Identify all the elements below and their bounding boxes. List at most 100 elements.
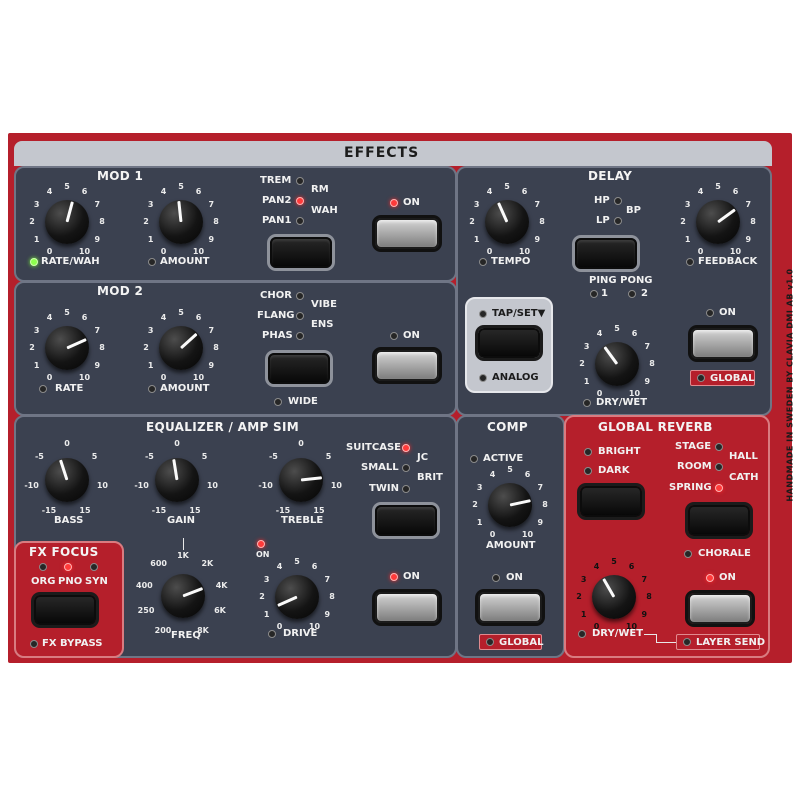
knob-scale-tick: 7 [537, 482, 544, 492]
rev-type-spring: SPRING [669, 482, 712, 493]
delay-lp-led [614, 217, 622, 225]
brand-side-text: HANDMADE IN SWEDEN BY CLAVIA DMI AB v1.0 [785, 268, 795, 502]
mod2-type-flang: FLANG [257, 310, 295, 321]
eq-drive-knob[interactable] [275, 575, 319, 619]
knob-scale-tick: 10 [78, 247, 91, 257]
knob-scale-tick: 8 [649, 359, 655, 368]
mod2-rate-knob[interactable] [45, 326, 89, 370]
knob-scale-tick: 400 [136, 580, 153, 590]
mod1-amount-knob[interactable] [159, 200, 203, 244]
knob-scale-tick: 8 [542, 500, 548, 509]
mod2-type-phas: PHAS [262, 330, 293, 341]
knob-scale-tick: 15 [189, 506, 201, 516]
delay-on-led [706, 309, 714, 317]
rev-layer-send-tag[interactable]: LAYER SEND [676, 634, 765, 650]
rev-chorale-led [684, 550, 692, 558]
knob-scale-tick: 0 [160, 373, 167, 383]
delay-drywet-knob[interactable] [595, 342, 639, 386]
fx-syn-label: SYN [85, 576, 108, 587]
rev-tone-button[interactable] [580, 486, 642, 517]
eq-suitcase-led [402, 444, 410, 452]
comp-global-tag[interactable]: GLOBAL [479, 634, 543, 650]
knob-scale-tick: 7 [534, 199, 541, 209]
comp-on-button[interactable] [478, 592, 542, 623]
effects-header: EFFECTS [14, 141, 772, 166]
knob-scale-tick: 10 [308, 622, 321, 632]
knob-pointer [66, 338, 87, 350]
rev-layersend-led [683, 638, 691, 646]
rev-type-button[interactable] [688, 505, 750, 536]
rev-on-button[interactable] [688, 593, 752, 624]
mod2-amount-knob[interactable] [159, 326, 203, 370]
mod2-type-button[interactable] [268, 353, 330, 384]
knob-scale-tick: 2K [201, 559, 214, 569]
mod1-on-button[interactable] [375, 218, 439, 249]
mod2-on-button[interactable] [375, 350, 439, 381]
knob-scale-tick: 5 [614, 324, 620, 333]
delay-global-tag[interactable]: GLOBAL [690, 370, 755, 386]
knob-scale-tick: 5 [91, 451, 98, 461]
rev-drywet-knob[interactable] [592, 575, 636, 619]
rev-drywet-led [578, 630, 586, 638]
knob-scale-tick: 6 [732, 186, 739, 196]
knob-scale-tick: 0 [64, 439, 70, 448]
delay-on-label: ON [719, 307, 736, 318]
comp-amount-knob[interactable] [488, 483, 532, 527]
knob-scale-tick: 600 [150, 559, 167, 569]
delay-tapset-button[interactable] [478, 328, 540, 358]
knob-scale-tick: 1 [33, 360, 40, 370]
mod2-flang-led [296, 312, 304, 320]
mod1-rate-knob[interactable] [45, 200, 89, 244]
knob-scale-tick: -15 [41, 506, 57, 516]
knob-scale-tick: 1 [147, 234, 154, 244]
fx-focus-title: FX FOCUS [29, 545, 99, 559]
eq-gain-label: GAIN [167, 515, 196, 526]
knob-scale-tick: 7 [745, 199, 752, 209]
knob-pointer [182, 587, 204, 598]
knob-scale-tick: 3 [147, 325, 154, 335]
fx-bypass-led [30, 640, 38, 648]
knob-scale-tick: 6 [631, 328, 638, 338]
effects-title: EFFECTS [344, 145, 420, 161]
delay-tempo-knob[interactable] [485, 200, 529, 244]
knob-scale-tick: 10 [628, 389, 641, 399]
rev-type-room: ROOM [677, 461, 712, 472]
delay-on-button[interactable] [691, 328, 755, 359]
eq-on-button[interactable] [375, 592, 439, 623]
eq-gain-knob[interactable] [155, 458, 199, 502]
knob-scale-tick: 3 [33, 325, 40, 335]
eq-treble-knob[interactable] [279, 458, 323, 502]
knob-scale-tick: 2 [259, 592, 265, 601]
knob-scale-tick: 10 [625, 622, 638, 632]
eq-freq-knob[interactable] [161, 574, 205, 618]
delay-tapset-led [479, 310, 487, 318]
mod1-title: MOD 1 [97, 169, 144, 183]
fx-focus-button[interactable] [34, 595, 96, 625]
knob-scale-tick: -10 [258, 481, 273, 491]
delay-global-led [697, 374, 705, 382]
rev-type-hall: HALL [729, 451, 758, 462]
layer-send-wire-h2 [656, 642, 676, 643]
delay-ping-pong-label: PING PONG [589, 275, 653, 286]
delay-filter-button[interactable] [575, 238, 637, 269]
delay-feedback-knob[interactable] [696, 200, 740, 244]
delay-drywet-led [583, 399, 591, 407]
rev-dark-label: DARK [598, 465, 630, 476]
knob-scale-tick: -10 [24, 481, 39, 491]
reverb-title: GLOBAL REVERB [598, 420, 713, 434]
eq-bass-knob[interactable] [45, 458, 89, 502]
knob-scale-tick: 8 [329, 592, 335, 601]
mod1-type-button[interactable] [270, 237, 332, 268]
knob-scale-tick: 0 [298, 439, 304, 448]
mod1-type-rm: RM [311, 184, 329, 195]
knob-scale-tick: 8 [213, 217, 219, 226]
knob-scale-tick: 2 [29, 343, 35, 352]
knob-scale-tick: 5 [507, 465, 513, 474]
knob-scale-tick: 9 [324, 609, 331, 619]
knob-scale-tick: 3 [33, 199, 40, 209]
fx-syn-led [90, 563, 98, 571]
eq-amp-button[interactable] [375, 505, 437, 536]
knob-scale-tick: 0 [174, 439, 180, 448]
knob-scale-tick: 7 [644, 341, 651, 351]
knob-pointer [179, 332, 198, 350]
